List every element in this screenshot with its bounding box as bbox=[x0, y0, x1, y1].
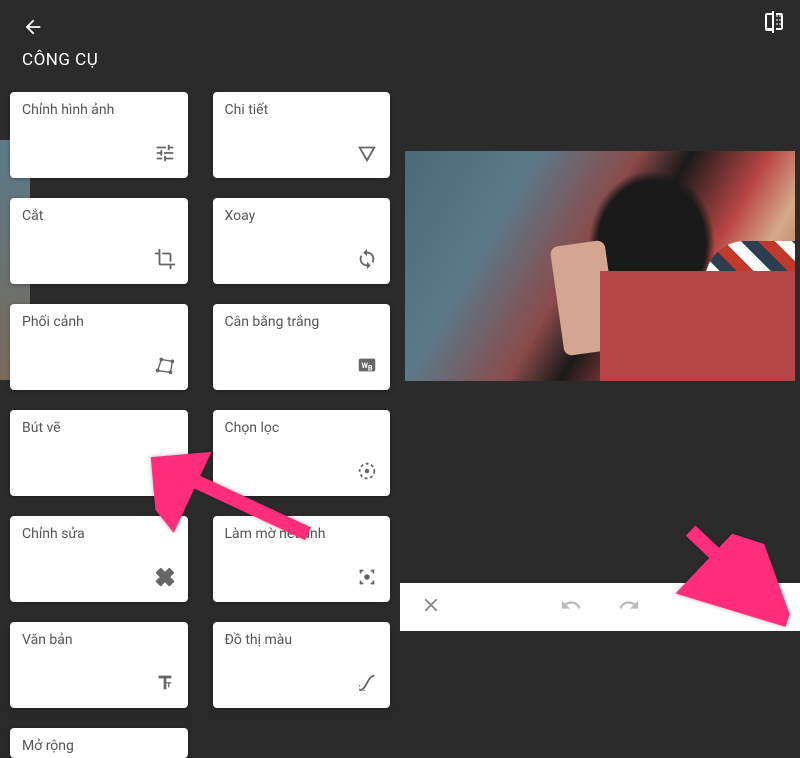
tool-rotate[interactable]: Xoay bbox=[213, 198, 391, 284]
editor-topbar bbox=[400, 0, 800, 48]
tool-label: Chỉnh hình ảnh bbox=[22, 102, 176, 118]
undo-button[interactable] bbox=[560, 594, 582, 620]
tools-header: CÔNG CỤ bbox=[0, 0, 400, 80]
healing-icon bbox=[154, 566, 176, 592]
tool-label: Mở rộng bbox=[22, 738, 176, 754]
brush-icon bbox=[154, 460, 176, 486]
tool-selective[interactable]: Chọn lọc bbox=[213, 410, 391, 496]
tool-blur[interactable]: Làm mờ nét ảnh bbox=[213, 516, 391, 602]
triangle-down-icon bbox=[356, 142, 378, 168]
tool-label: Phối cảnh bbox=[22, 314, 176, 330]
cancel-button[interactable] bbox=[420, 594, 442, 620]
tool-healing[interactable]: Chỉnh sửa bbox=[10, 516, 188, 602]
tool-white-balance[interactable]: Cân bằng trắng WB bbox=[213, 304, 391, 390]
tool-label: Đồ thị màu bbox=[225, 632, 379, 648]
edited-photo bbox=[405, 151, 795, 381]
tool-label: Bút vẽ bbox=[22, 420, 176, 436]
tool-label: Cắt bbox=[22, 208, 176, 224]
editor-panel bbox=[400, 0, 800, 631]
tools-grid: Chỉnh hình ảnh Chi tiết Cắt Xoay Phối cả bbox=[0, 92, 400, 758]
white-balance-icon: WB bbox=[356, 354, 378, 380]
tool-crop[interactable]: Cắt bbox=[10, 198, 188, 284]
blur-icon bbox=[356, 566, 378, 592]
tool-text[interactable]: Văn bản bbox=[10, 622, 188, 708]
tool-brush[interactable]: Bút vẽ bbox=[10, 410, 188, 496]
svg-text:B: B bbox=[368, 364, 373, 373]
crop-icon bbox=[154, 248, 176, 274]
perspective-icon bbox=[154, 354, 176, 380]
tool-label: Văn bản bbox=[22, 632, 176, 648]
tool-expand[interactable]: Mở rộng bbox=[10, 728, 188, 758]
panel-title: CÔNG CỤ bbox=[22, 50, 382, 70]
image-canvas-area[interactable] bbox=[400, 48, 800, 583]
tool-label: Làm mờ nét ảnh bbox=[225, 526, 379, 542]
apply-button[interactable] bbox=[758, 594, 780, 620]
tool-label: Chi tiết bbox=[225, 102, 379, 118]
selective-icon bbox=[356, 460, 378, 486]
redo-button[interactable] bbox=[618, 594, 640, 620]
sliders-icon bbox=[154, 142, 176, 168]
tool-curves[interactable]: Đồ thị màu bbox=[213, 622, 391, 708]
history-group bbox=[560, 594, 640, 620]
tool-perspective[interactable]: Phối cảnh bbox=[10, 304, 188, 390]
tools-panel: CÔNG CỤ Chỉnh hình ảnh Chi tiết Cắt Xoay bbox=[0, 0, 400, 631]
compare-icon[interactable] bbox=[762, 10, 786, 38]
tool-label: Cân bằng trắng bbox=[225, 314, 379, 330]
text-icon bbox=[154, 672, 176, 698]
curves-icon bbox=[356, 672, 378, 698]
back-icon[interactable] bbox=[22, 19, 44, 44]
rotate-icon bbox=[356, 248, 378, 274]
editor-bottombar bbox=[400, 583, 800, 631]
tool-label: Chỉnh sửa bbox=[22, 526, 176, 542]
tool-tune-image[interactable]: Chỉnh hình ảnh bbox=[10, 92, 188, 178]
tool-label: Xoay bbox=[225, 208, 379, 224]
tool-label: Chọn lọc bbox=[225, 420, 379, 436]
tool-details[interactable]: Chi tiết bbox=[213, 92, 391, 178]
